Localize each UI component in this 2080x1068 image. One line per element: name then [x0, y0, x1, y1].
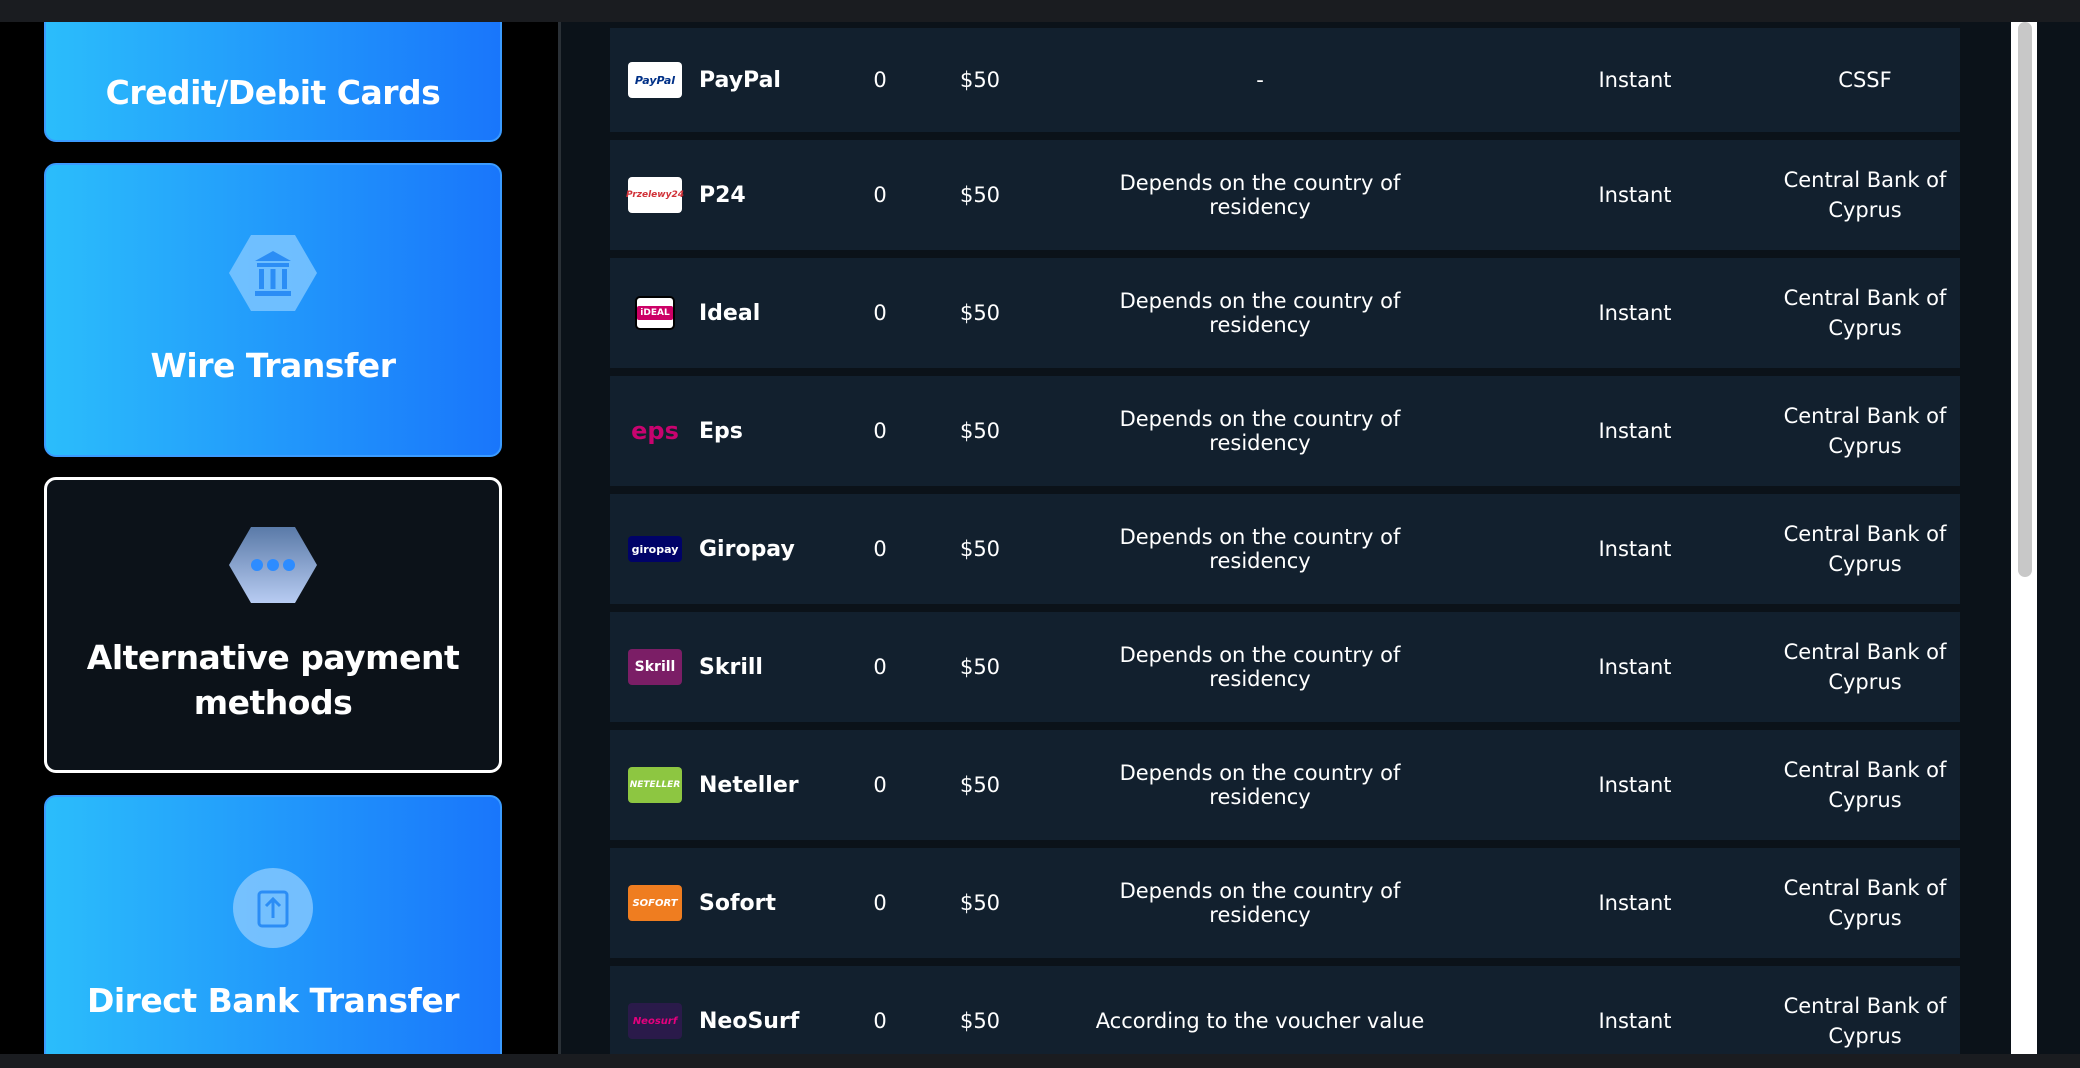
paypal-logo-icon: PayPal	[628, 62, 682, 98]
max-deposit: $50	[959, 183, 1001, 207]
fee-text: Depends on the country of residency	[1119, 879, 1401, 927]
table-row: eps Eps 0 $50 Depends on the country of …	[610, 376, 1960, 486]
min-deposit: 0	[873, 537, 887, 561]
scrollbar-thumb[interactable]	[2018, 22, 2032, 577]
fee-text: -	[1256, 68, 1264, 92]
regulator: Central Bank of Cyprus	[1783, 168, 1947, 222]
tab-wire-transfer[interactable]: Wire Transfer	[44, 163, 502, 457]
processing-time: Instant	[1598, 537, 1672, 561]
fee-text: Depends on the country of residency	[1119, 407, 1401, 455]
processing-time: Instant	[1598, 773, 1672, 797]
regulator: Central Bank of Cyprus	[1783, 758, 1947, 812]
neosurf-logo-icon: Neosurf	[628, 1003, 682, 1039]
fee-text: According to the voucher value	[1095, 1009, 1425, 1033]
bank-upload-icon	[233, 867, 313, 948]
regulator: Central Bank of Cyprus	[1783, 876, 1947, 930]
tab-direct-bank-transfer[interactable]: Direct Bank Transfer	[44, 795, 502, 1054]
min-deposit: 0	[873, 183, 887, 207]
method-name: Ideal	[699, 300, 761, 326]
fee-text: Depends on the country of residency	[1119, 525, 1401, 573]
fee-text: Depends on the country of residency	[1119, 289, 1401, 337]
regulator: Central Bank of Cyprus	[1783, 404, 1947, 458]
table-row: SOFORT Sofort 0 $50 Depends on the count…	[610, 848, 1960, 958]
method-name: Sofort	[699, 890, 777, 916]
method-name: Skrill	[699, 654, 763, 680]
min-deposit: 0	[873, 68, 887, 92]
tab-label: Direct Bank Transfer	[86, 980, 460, 1020]
processing-time: Instant	[1598, 68, 1672, 92]
payment-methods-table: PayPal PayPal 0 $50 - Instant CSSF Przel…	[561, 22, 2005, 1054]
more-dots-icon	[229, 527, 317, 603]
method-name: Giropay	[699, 536, 795, 562]
giropay-logo-icon: giropay	[628, 536, 682, 562]
przelewy24-logo-icon: Przelewy24	[626, 177, 684, 213]
max-deposit: $50	[959, 773, 1001, 797]
max-deposit: $50	[959, 891, 1001, 915]
regulator: Central Bank of Cyprus	[1783, 640, 1947, 694]
regulator: CSSF	[1838, 68, 1892, 92]
method-name: Eps	[699, 418, 743, 444]
max-deposit: $50	[959, 1009, 1001, 1033]
eps-logo-icon: eps	[631, 417, 679, 445]
tab-credit-debit-cards[interactable]: Credit/Debit Cards	[44, 22, 502, 142]
regulator: Central Bank of Cyprus	[1783, 286, 1947, 340]
table-row: iDEAL Ideal 0 $50 Depends on the country…	[610, 258, 1960, 368]
method-name: P24	[699, 182, 746, 208]
browser-bottom-bar	[0, 1054, 2080, 1068]
method-name: PayPal	[699, 67, 781, 93]
fee-text: Depends on the country of residency	[1119, 171, 1401, 219]
processing-time: Instant	[1598, 301, 1672, 325]
ideal-logo-icon: iDEAL	[628, 295, 682, 331]
table-row: PayPal PayPal 0 $50 - Instant CSSF	[610, 28, 1960, 132]
fee-text: Depends on the country of residency	[1119, 643, 1401, 691]
min-deposit: 0	[873, 773, 887, 797]
method-name: Neteller	[699, 772, 799, 798]
min-deposit: 0	[873, 419, 887, 443]
min-deposit: 0	[873, 655, 887, 679]
regulator: Central Bank of Cyprus	[1783, 522, 1947, 576]
tab-label: Alternative payment methods	[86, 638, 460, 722]
processing-time: Instant	[1598, 655, 1672, 679]
fee-text: Depends on the country of residency	[1119, 761, 1401, 809]
skrill-logo-icon: Skrill	[628, 649, 682, 685]
processing-time: Instant	[1598, 891, 1672, 915]
max-deposit: $50	[959, 419, 1001, 443]
min-deposit: 0	[873, 891, 887, 915]
table-row: giropay Giropay 0 $50 Depends on the cou…	[610, 494, 1960, 604]
right-gutter	[2047, 22, 2080, 1054]
tab-label: Credit/Debit Cards	[105, 72, 441, 112]
table-row: NETELLER Neteller 0 $50 Depends on the c…	[610, 730, 1960, 840]
table-row: Przelewy24 P24 0 $50 Depends on the coun…	[610, 140, 1960, 250]
tab-alternative-payment-methods[interactable]: Alternative payment methods	[44, 477, 502, 773]
min-deposit: 0	[873, 1009, 887, 1033]
neteller-logo-icon: NETELLER	[628, 767, 682, 803]
table-row: Neosurf NeoSurf 0 $50 According to the v…	[610, 966, 1960, 1054]
max-deposit: $50	[959, 68, 1001, 92]
table-row: Skrill Skrill 0 $50 Depends on the count…	[610, 612, 1960, 722]
payment-method-tabs: Credit/Debit Cards Wire Transfer Alterna…	[0, 22, 560, 1054]
method-name: NeoSurf	[699, 1008, 800, 1034]
processing-time: Instant	[1598, 183, 1672, 207]
processing-time: Instant	[1598, 1009, 1672, 1033]
max-deposit: $50	[959, 655, 1001, 679]
regulator: Central Bank of Cyprus	[1783, 994, 1947, 1048]
tab-label: Wire Transfer	[150, 345, 396, 385]
browser-top-bar	[0, 0, 2080, 22]
bank-icon	[229, 234, 317, 311]
max-deposit: $50	[959, 301, 1001, 325]
processing-time: Instant	[1598, 419, 1672, 443]
min-deposit: 0	[873, 301, 887, 325]
sofort-logo-icon: SOFORT	[628, 885, 682, 921]
max-deposit: $50	[959, 537, 1001, 561]
